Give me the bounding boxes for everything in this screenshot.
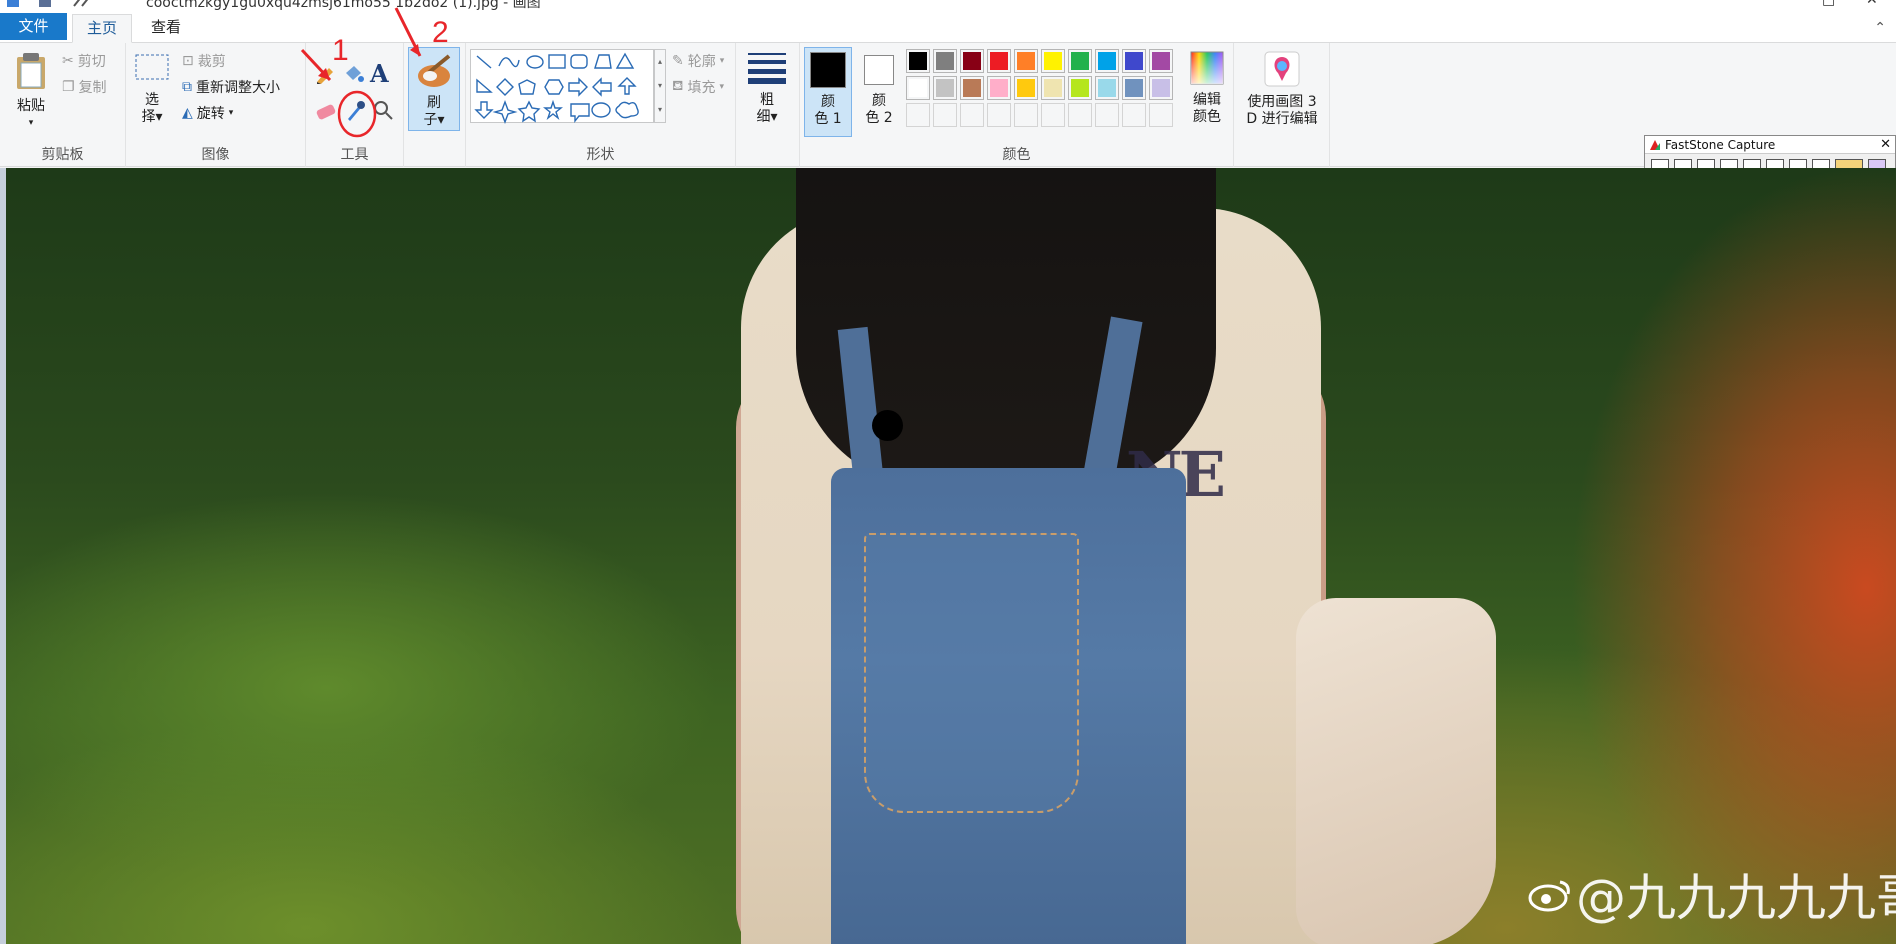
annotation-number-2: 2 — [432, 16, 449, 49]
annotation-circle — [337, 90, 377, 138]
annotation-overlay — [300, 7, 422, 138]
annotation-number-1: 1 — [332, 34, 349, 67]
